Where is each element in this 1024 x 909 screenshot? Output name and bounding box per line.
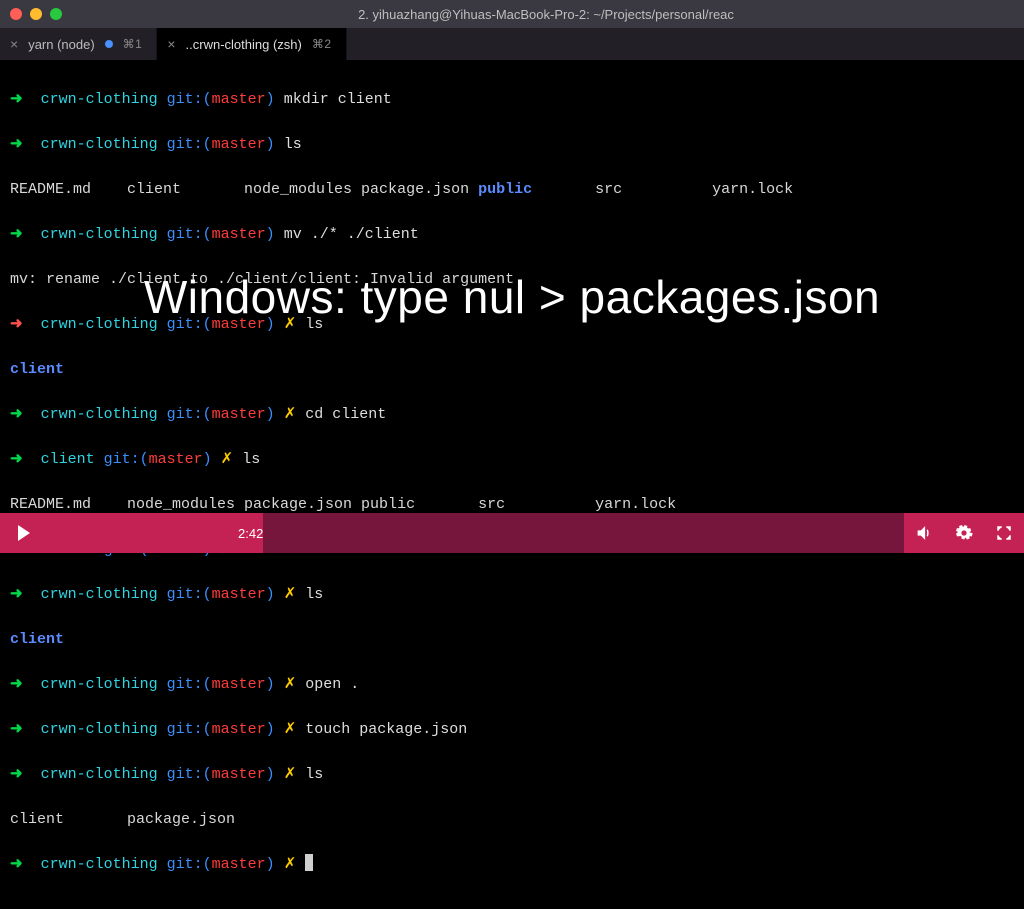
window-titlebar: 2. yihuazhang@Yihuas-MacBook-Pro-2: ~/Pr… [0, 0, 1024, 28]
tab-label: ..crwn-clothing (zsh) [186, 37, 302, 52]
maximize-window-button[interactable] [50, 8, 62, 20]
close-tab-icon[interactable]: × [167, 36, 175, 52]
progress-bar[interactable]: 2:42 [48, 513, 904, 553]
tab-bar: × yarn (node) ⌘1 × ..crwn-clothing (zsh)… [0, 28, 1024, 60]
window-title: 2. yihuazhang@Yihuas-MacBook-Pro-2: ~/Pr… [78, 7, 1014, 22]
terminal-cursor [305, 854, 313, 871]
current-time: 2:42 [238, 526, 263, 541]
traffic-lights [10, 8, 62, 20]
gear-icon [955, 524, 973, 542]
modified-indicator-icon [105, 40, 113, 48]
volume-button[interactable] [904, 513, 944, 553]
progress-foreground [48, 513, 263, 553]
fullscreen-icon [995, 524, 1013, 542]
play-icon [18, 525, 30, 541]
volume-icon [915, 524, 933, 542]
tab-shortcut: ⌘1 [123, 37, 143, 51]
fullscreen-button[interactable] [984, 513, 1024, 553]
settings-button[interactable] [944, 513, 984, 553]
tab-crwn-clothing-zsh[interactable]: × ..crwn-clothing (zsh) ⌘2 [157, 28, 346, 60]
close-window-button[interactable] [10, 8, 22, 20]
minimize-window-button[interactable] [30, 8, 42, 20]
close-tab-icon[interactable]: × [10, 36, 18, 52]
tab-shortcut: ⌘2 [312, 37, 332, 51]
tab-yarn-node[interactable]: × yarn (node) ⌘1 [0, 28, 157, 60]
tab-label: yarn (node) [28, 37, 94, 52]
video-player-bar: 2:42 [0, 513, 1024, 553]
play-button[interactable] [0, 513, 48, 553]
terminal-output[interactable]: ➜ crwn-clothing git:(master) mkdir clien… [0, 60, 1024, 909]
